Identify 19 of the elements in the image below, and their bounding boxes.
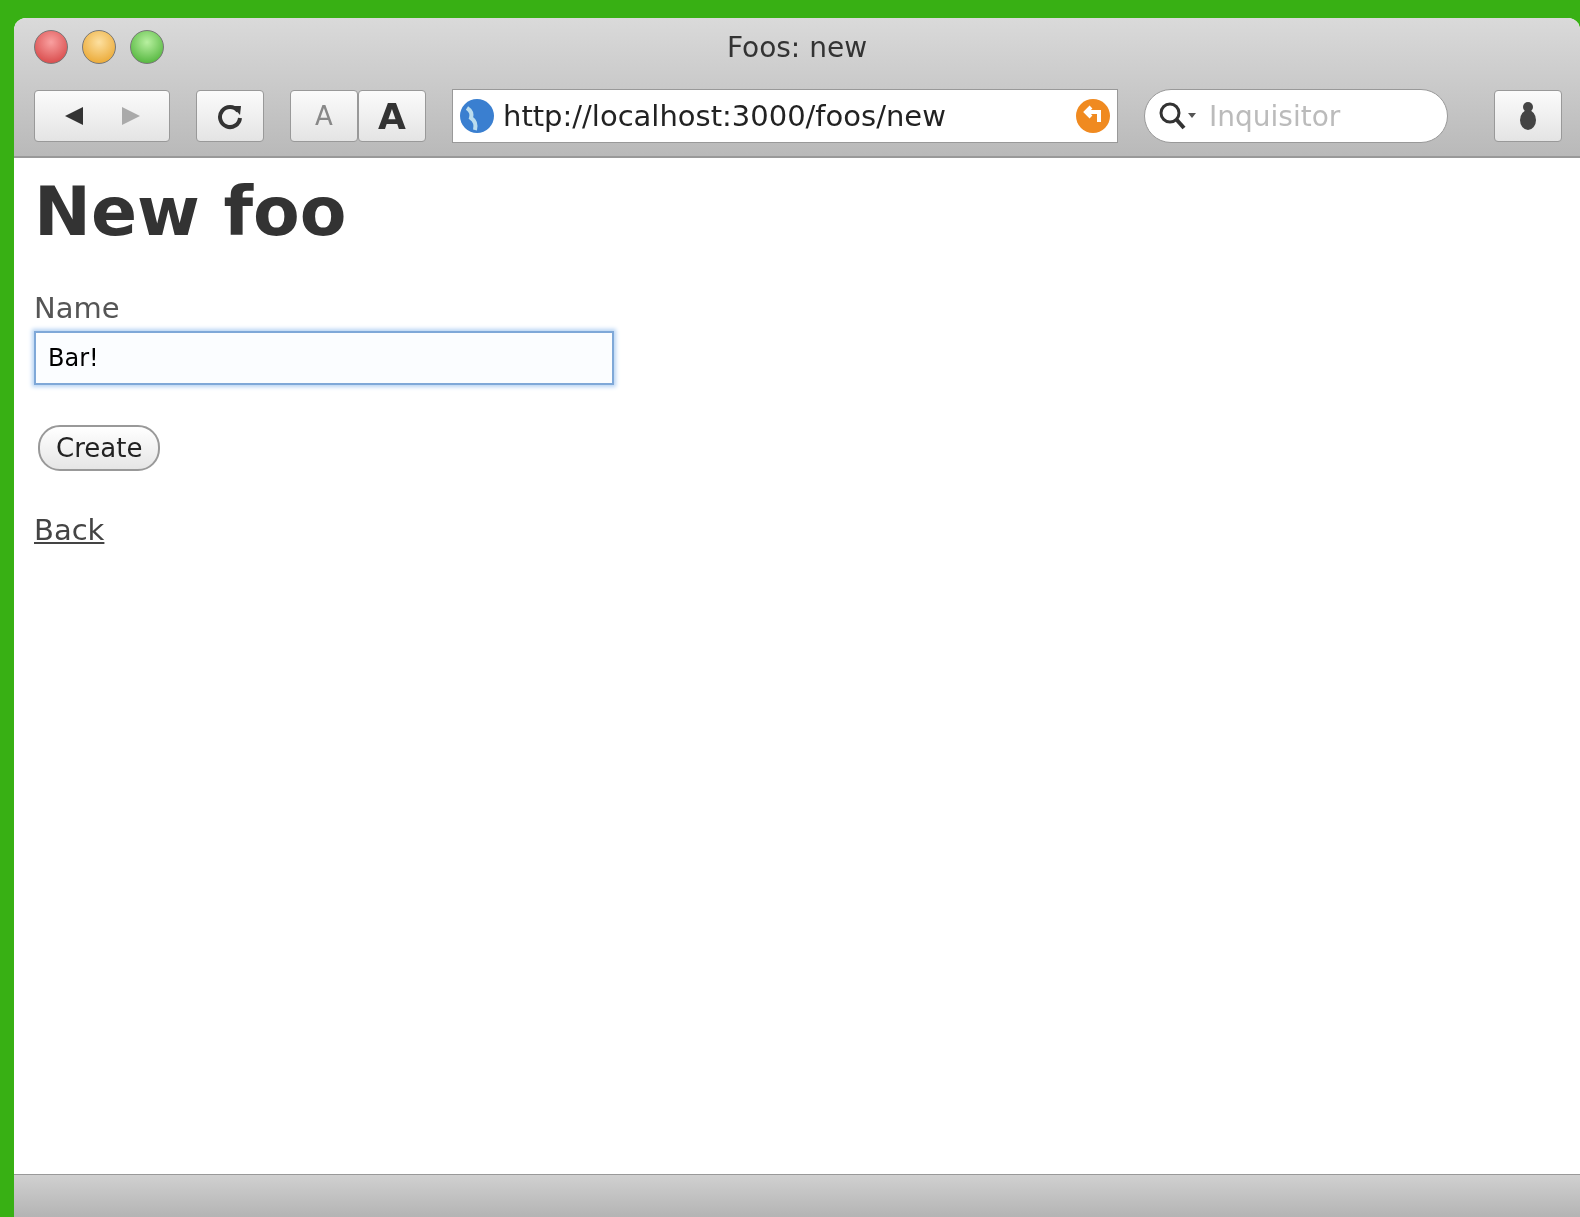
- bug-button[interactable]: [1494, 90, 1562, 142]
- navigation-buttons[interactable]: [34, 90, 170, 142]
- create-button[interactable]: Create: [38, 425, 161, 471]
- name-field[interactable]: Bar!: [34, 331, 614, 385]
- search-field[interactable]: Inquisitor: [1144, 89, 1448, 143]
- forward-icon: [119, 105, 142, 127]
- zoom-button[interactable]: [130, 30, 164, 64]
- search-icon: [1158, 101, 1198, 131]
- globe-icon: [459, 98, 495, 134]
- reload-button[interactable]: [196, 90, 264, 142]
- larger-text-button[interactable]: A: [358, 90, 426, 142]
- field-label: Name: [34, 291, 121, 325]
- address-field[interactable]: http://localhost:3000/foos/new: [452, 89, 1118, 143]
- page-heading: New foo: [34, 172, 348, 251]
- reload-icon: [216, 102, 244, 130]
- close-button[interactable]: [34, 30, 68, 64]
- minimize-button[interactable]: [82, 30, 116, 64]
- window-title: Foos: new: [726, 30, 868, 64]
- back-link[interactable]: Back: [34, 513, 105, 547]
